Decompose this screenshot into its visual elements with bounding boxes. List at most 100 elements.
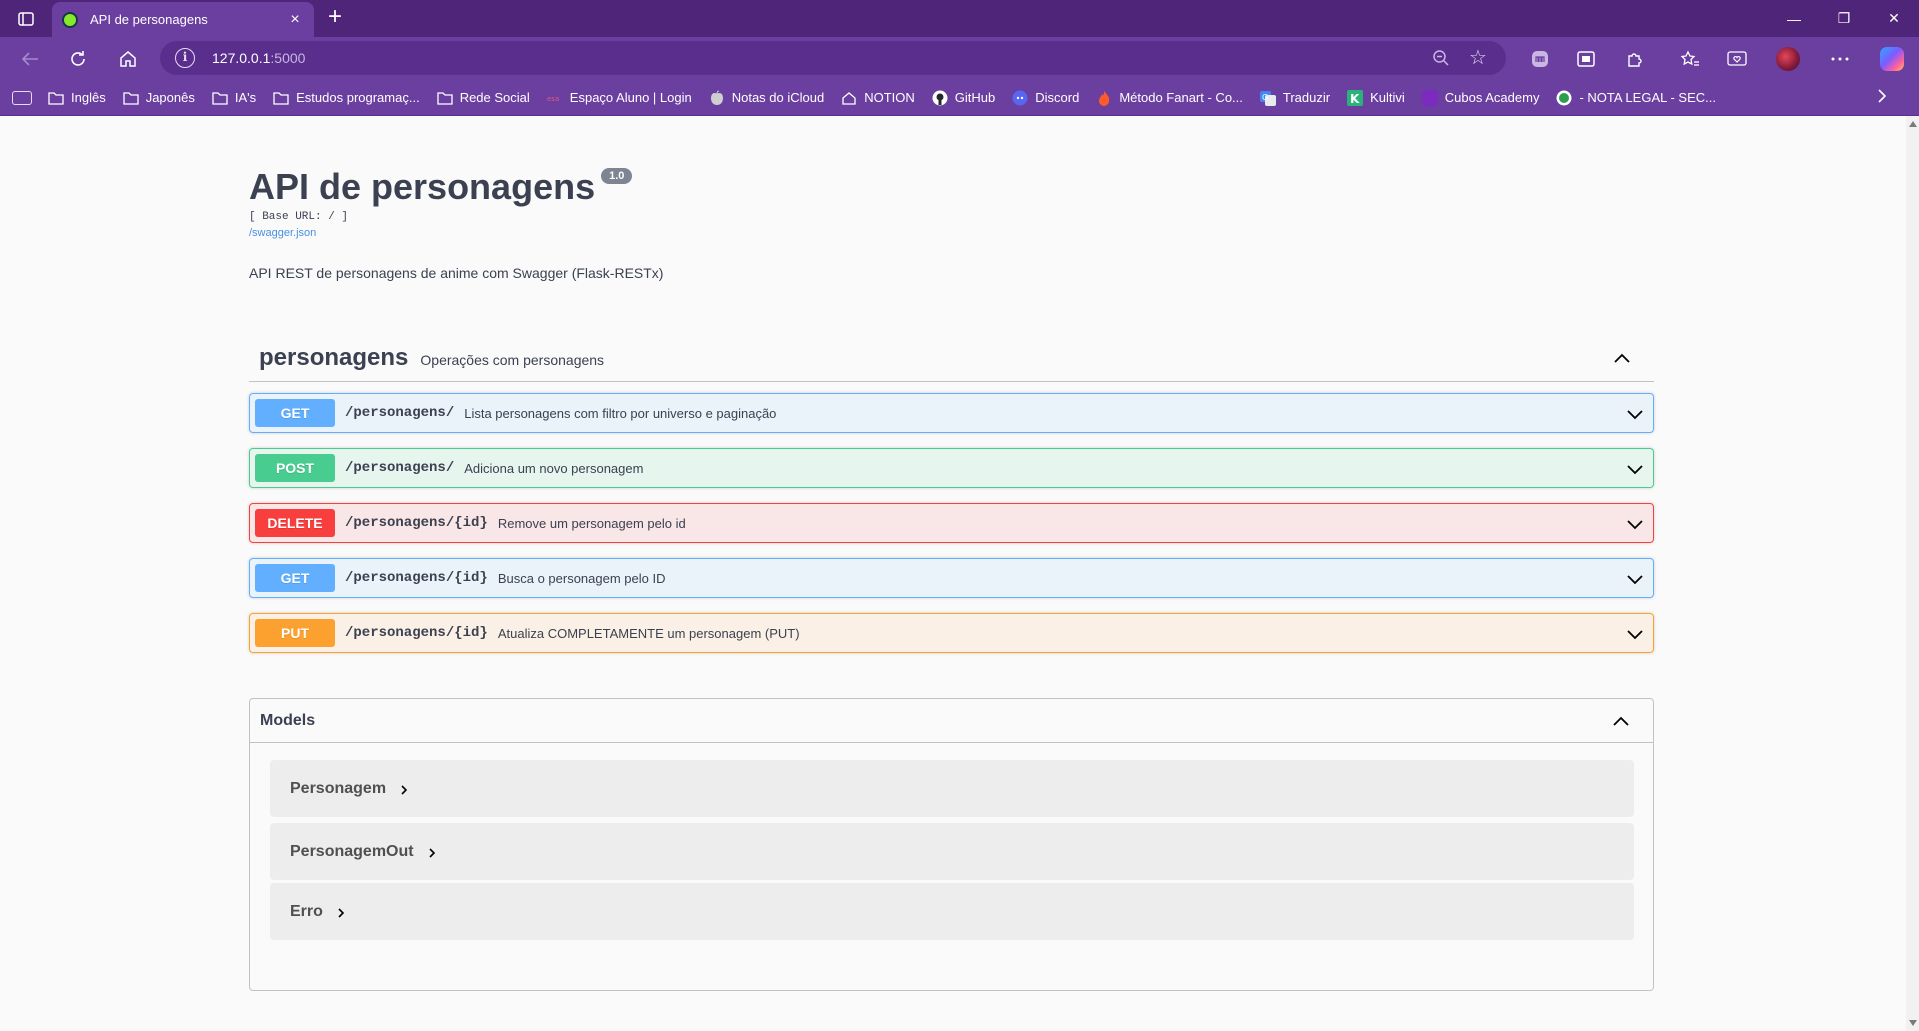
operations-list: GET/personagens/Lista personagens com fi…: [249, 393, 1654, 668]
chevron-down-icon[interactable]: [1625, 459, 1645, 479]
bookmark-item[interactable]: Método Fanart - Co...: [1096, 90, 1243, 106]
bookmark-label: IA's: [234, 90, 257, 105]
operation-path: /personagens/: [345, 405, 455, 421]
http-method-badge: POST: [255, 454, 335, 482]
favorites-list-icon[interactable]: [1677, 46, 1703, 72]
operation-summary: Lista personagens com filtro por univers…: [464, 405, 777, 421]
sidebar-toggle-icon[interactable]: [14, 8, 38, 30]
bookmark-item[interactable]: Discord: [1012, 90, 1079, 106]
home-icon[interactable]: [115, 46, 141, 72]
api-info: API de personagens 1.0 [ Base URL: / ] /…: [249, 166, 1654, 281]
bookmark-label: - NOTA LEGAL - SEC...: [1579, 90, 1716, 105]
scroll-down-arrow-icon[interactable]: [1909, 1020, 1917, 1026]
page-scrollbar[interactable]: [1906, 116, 1919, 1031]
operation-summary: Atualiza COMPLETAMENTE um personagem (PU…: [497, 625, 800, 641]
chevron-down-icon[interactable]: [1625, 404, 1645, 424]
bookmark-item[interactable]: NOTION: [841, 90, 915, 106]
address-bar[interactable]: i 127.0.0.1:5000 ☆: [160, 41, 1506, 75]
model-name: Erro: [290, 902, 323, 920]
svg-text:K: K: [1350, 92, 1360, 106]
bookmark-item[interactable]: - NOTA LEGAL - SEC...: [1556, 90, 1716, 106]
github-icon: [932, 90, 948, 106]
reading-list-icon[interactable]: [12, 90, 32, 105]
bookmark-label: Japonês: [145, 90, 195, 105]
bookmark-item[interactable]: Estudos programaç...: [273, 90, 420, 106]
operation-delete[interactable]: DELETE/personagens/{id} Remove um persona…: [249, 503, 1654, 543]
copilot-icon[interactable]: [1880, 47, 1904, 71]
apple-icon: [709, 90, 725, 106]
bookmark-item[interactable]: Notas do iCloud: [709, 90, 825, 106]
zoom-icon[interactable]: [1432, 49, 1450, 67]
bookmark-item[interactable]: esa Espaço Aluno | Login: [547, 90, 692, 106]
model-item[interactable]: PersonagemOut: [270, 823, 1634, 880]
browser-toolbar: i 127.0.0.1:5000 ☆: [0, 37, 1919, 80]
operation-summary: Adiciona um novo personagem: [464, 460, 644, 476]
bookmark-label: NOTION: [864, 90, 915, 105]
bookmark-list: Inglês Japonês IA's Estudos programaç... Red…: [48, 89, 1733, 106]
swagger-json-link[interactable]: /swagger.json: [249, 227, 316, 239]
chevron-right-icon[interactable]: [398, 783, 410, 795]
tab-close-button[interactable]: ×: [286, 11, 304, 29]
model-item[interactable]: Erro: [270, 883, 1634, 940]
bookmark-item[interactable]: IA's: [212, 90, 256, 106]
cubos-icon: [1421, 89, 1438, 106]
restore-button[interactable]: ❐: [1819, 0, 1869, 37]
model-item[interactable]: Personagem: [270, 760, 1634, 817]
performance-heart-icon[interactable]: [1724, 46, 1750, 72]
bookmark-item[interactable]: Inglês: [48, 90, 106, 106]
screenshot-extension-icon[interactable]: [1573, 46, 1599, 72]
chevron-down-icon[interactable]: [1625, 514, 1645, 534]
chevron-right-icon[interactable]: [335, 906, 347, 918]
bookmark-label: Espaço Aluno | Login: [569, 90, 692, 105]
chevron-up-icon[interactable]: [1612, 348, 1632, 368]
tag-section-header[interactable]: personagens Operações com personagens: [249, 334, 1654, 382]
discord-icon: [1012, 90, 1028, 106]
site-info-icon[interactable]: i: [175, 48, 195, 68]
flame-icon: [1096, 90, 1112, 106]
models-header[interactable]: Models: [250, 699, 1653, 743]
operation-post[interactable]: POST/personagens/Adiciona um novo person…: [249, 448, 1654, 488]
chevron-right-icon[interactable]: [426, 846, 438, 858]
swagger-page: API de personagens 1.0 [ Base URL: / ] /…: [0, 116, 1906, 1031]
back-arrow-icon[interactable]: [17, 46, 43, 72]
operation-get[interactable]: GET/personagens/{id} Busca o personagem p…: [249, 558, 1654, 598]
operation-summary: Remove um personagem pelo id: [497, 515, 686, 531]
bookmarks-bar: Inglês Japonês IA's Estudos programaç... Red…: [0, 80, 1919, 116]
bookmark-item[interactable]: GitHub: [932, 90, 995, 106]
chevron-down-icon[interactable]: [1625, 569, 1645, 589]
bookmark-item[interactable]: Japonês: [123, 90, 195, 106]
kultivi-icon: K: [1347, 89, 1364, 106]
extensions-puzzle-icon[interactable]: [1622, 46, 1648, 72]
new-tab-button[interactable]: +: [322, 5, 348, 31]
operation-put[interactable]: PUT/personagens/{id} Atualiza COMPLETAMEN…: [249, 613, 1654, 653]
more-menu-icon[interactable]: [1827, 46, 1853, 72]
bookmark-label: Notas do iCloud: [731, 90, 825, 105]
tag-name: personagens: [259, 343, 409, 371]
mastodon-extension-icon[interactable]: [1527, 46, 1553, 72]
url-text[interactable]: 127.0.0.1:5000: [212, 50, 305, 66]
bookmark-item[interactable]: G Traduzir: [1259, 90, 1330, 106]
folder-icon: [123, 90, 139, 106]
tab-title: API de personagens: [90, 12, 208, 27]
scroll-up-arrow-icon[interactable]: [1909, 121, 1917, 127]
api-title: API de personagens: [249, 166, 596, 207]
bookmark-item[interactable]: K Kultivi: [1347, 89, 1405, 106]
minimize-button[interactable]: —: [1769, 0, 1819, 37]
base-url: [ Base URL: / ]: [249, 211, 349, 223]
bookmark-item[interactable]: Rede Social: [437, 90, 530, 106]
close-window-button[interactable]: ✕: [1869, 0, 1919, 37]
folder-icon: [212, 90, 228, 106]
bookmark-item[interactable]: Cubos Academy: [1421, 89, 1539, 106]
bookmarks-overflow-chevron-icon[interactable]: [1877, 89, 1887, 108]
bookmark-label: Discord: [1035, 90, 1080, 105]
browser-tab[interactable]: API de personagens ×: [52, 2, 314, 37]
chevron-up-icon[interactable]: [1611, 711, 1631, 731]
http-method-badge: GET: [255, 564, 335, 592]
folder-icon: [437, 90, 453, 106]
reload-icon[interactable]: [65, 46, 91, 72]
profile-avatar[interactable]: [1776, 47, 1800, 71]
browser-titlebar: API de personagens × + — ❐ ✕: [0, 0, 1919, 37]
operation-get[interactable]: GET/personagens/Lista personagens com fi…: [249, 393, 1654, 433]
chevron-down-icon[interactable]: [1625, 624, 1645, 644]
favorite-star-icon[interactable]: ☆: [1466, 46, 1490, 70]
